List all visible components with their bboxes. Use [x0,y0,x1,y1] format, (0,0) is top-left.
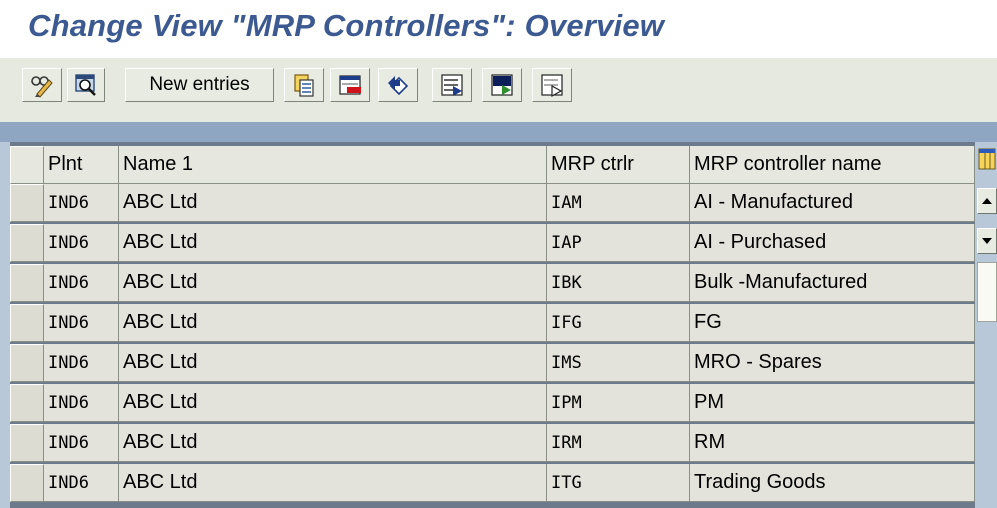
plnt-cell[interactable]: IND6 [44,304,119,342]
scroll-thumb[interactable] [977,262,997,322]
header-mrp-controller-name[interactable]: MRP controller name [690,146,975,184]
page-title: Change View "MRP Controllers": Overview [28,8,665,43]
plnt-cell[interactable]: IND6 [44,464,119,502]
arrow-up-icon [982,198,992,204]
row-selector[interactable] [10,344,44,382]
mrp-ctrlr-cell[interactable]: IAM [547,184,690,222]
deselect-all-button[interactable] [532,68,572,102]
plnt-cell[interactable]: IND6 [44,344,119,382]
table-row: IND6 ABC Ltd IAM AI - Manufactured [10,184,975,222]
row-selector[interactable] [10,264,44,302]
copy-button[interactable] [284,68,324,102]
row-selector[interactable] [10,184,44,222]
mrp-controller-name-cell[interactable]: Bulk -Manufactured [690,264,975,302]
mrp-controller-name-cell[interactable]: AI - Purchased [690,224,975,262]
table-header-row: Plnt Name 1 MRP ctrlr MRP controller nam… [10,146,975,184]
name-1-cell[interactable]: ABC Ltd [119,184,547,222]
table-row: IND6 ABC Ltd ITG Trading Goods [10,464,975,502]
select-all-button[interactable] [432,68,472,102]
row-selector[interactable] [10,424,44,462]
name-1-cell[interactable]: ABC Ltd [119,384,547,422]
mrp-ctrlr-cell[interactable]: IMS [547,344,690,382]
screen-header-strip [0,122,997,142]
select-all-rows-button[interactable] [10,146,44,184]
arrow-down-icon [982,238,992,244]
table-row: IND6 ABC Ltd IBK Bulk -Manufactured [10,264,975,302]
title-bar: Change View "MRP Controllers": Overview [0,0,997,56]
row-selector[interactable] [10,304,44,342]
delete-button[interactable] [330,68,370,102]
header-name-1[interactable]: Name 1 [119,146,547,184]
plnt-cell[interactable]: IND6 [44,384,119,422]
select-block-icon [491,74,513,96]
mrp-ctrlr-cell[interactable]: IFG [547,304,690,342]
delete-icon [339,75,361,95]
table-row: IND6 ABC Ltd IMS MRO - Spares [10,344,975,382]
table-control: Plnt Name 1 MRP ctrlr MRP controller nam… [0,142,997,508]
plnt-cell[interactable]: IND6 [44,184,119,222]
table-row: IND6 ABC Ltd IPM PM [10,384,975,422]
name-1-cell[interactable]: ABC Ltd [119,344,547,382]
new-entries-button[interactable]: New entries [125,68,274,102]
mrp-controllers-table: Plnt Name 1 MRP ctrlr MRP controller nam… [10,142,975,508]
row-selector[interactable] [10,464,44,502]
mrp-ctrlr-cell[interactable]: IAP [547,224,690,262]
display-change-button[interactable] [22,68,62,102]
mrp-controller-name-cell[interactable]: FG [690,304,975,342]
magnifier-detail-icon [75,74,96,96]
plnt-cell[interactable]: IND6 [44,224,119,262]
header-mrp-ctrlr[interactable]: MRP ctrlr [547,146,690,184]
name-1-cell[interactable]: ABC Ltd [119,304,547,342]
mrp-ctrlr-cell[interactable]: ITG [547,464,690,502]
table-row: IND6 ABC Ltd IRM RM [10,424,975,462]
scroll-up-button[interactable] [977,188,997,214]
table-settings-button[interactable] [977,146,997,172]
application-toolbar: New entries [0,58,997,122]
mrp-ctrlr-cell[interactable]: IPM [547,384,690,422]
name-1-cell[interactable]: ABC Ltd [119,464,547,502]
name-1-cell[interactable]: ABC Ltd [119,424,547,462]
deselect-all-icon [541,74,563,98]
header-plnt[interactable]: Plnt [44,146,119,184]
mrp-controller-name-cell[interactable]: PM [690,384,975,422]
name-1-cell[interactable]: ABC Ltd [119,264,547,302]
table-row: IND6 ABC Ltd IFG FG [10,304,975,342]
mrp-ctrlr-cell[interactable]: IRM [547,424,690,462]
select-block-button[interactable] [482,68,522,102]
vertical-scrollbar[interactable] [975,142,997,508]
table-config-icon [978,148,996,170]
mrp-controller-name-cell[interactable]: AI - Manufactured [690,184,975,222]
scroll-down-button[interactable] [977,228,997,254]
mrp-controller-name-cell[interactable]: RM [690,424,975,462]
table-row: IND6 ABC Ltd IAP AI - Purchased [10,224,975,262]
pencil-glasses-icon [31,76,53,98]
row-selector[interactable] [10,224,44,262]
mrp-controller-name-cell[interactable]: Trading Goods [690,464,975,502]
plnt-cell[interactable]: IND6 [44,264,119,302]
undo-button[interactable] [378,68,418,102]
mrp-controller-name-cell[interactable]: MRO - Spares [690,344,975,382]
mrp-ctrlr-cell[interactable]: IBK [547,264,690,302]
row-selector[interactable] [10,384,44,422]
copy-icon [294,74,314,97]
new-entries-label: New entries [149,74,250,95]
select-all-icon [441,74,463,96]
undo-icon [388,76,409,96]
name-1-cell[interactable]: ABC Ltd [119,224,547,262]
detail-button[interactable] [67,68,105,102]
plnt-cell[interactable]: IND6 [44,424,119,462]
